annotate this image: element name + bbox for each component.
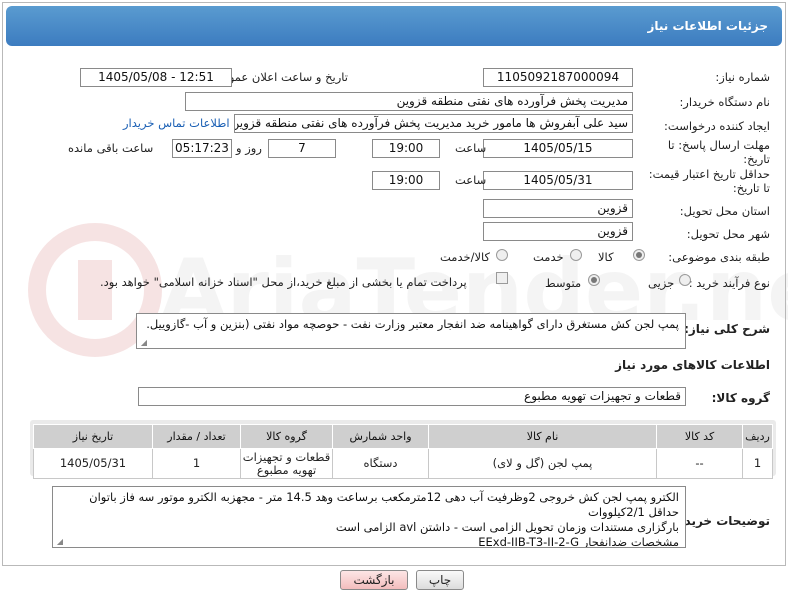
items-table: ردیف کد کالا نام کالا واحد شمارش گروه کا… (33, 424, 773, 479)
category-label: طبقه بندی موضوعی: (668, 250, 770, 264)
print-button[interactable]: چاپ (416, 570, 464, 590)
buyer-notes-textarea[interactable]: الکترو پمپ لجن کش خروجی 2وظرفیت آب دهی 1… (52, 486, 686, 548)
description-textarea[interactable]: پمپ لجن کش مستغرق دارای گواهینامه ضد انف… (136, 313, 686, 349)
deadline-time-label: ساعت (455, 141, 487, 155)
buyer-notes-line-1: الکترو پمپ لجن کش خروجی 2وظرفیت آب دهی 1… (89, 490, 679, 519)
deadline-time-field: 19:00 (372, 139, 440, 158)
category-option-service: خدمت (533, 250, 564, 264)
announce-field: 1405/05/08 - 12:51 (80, 68, 232, 87)
category-radio-goods[interactable] (633, 249, 645, 261)
deadline-label: مهلت ارسال پاسخ: تا تاریخ: (667, 138, 770, 166)
payment-treasury-checkbox[interactable] (496, 272, 508, 284)
back-button[interactable]: بازگشت (340, 570, 408, 590)
buyer-notes-line-3: مشخصات ضدانفجار EExd-IIB-T3-II-2-G (478, 535, 679, 548)
category-option-goods: کالا (598, 250, 614, 264)
resize-handle-icon[interactable]: ◢ (139, 339, 147, 347)
process-option-medium: متوسط (545, 276, 582, 290)
buyer-org-field: مدیریت پخش فرآورده های نفتی منطقه قزوین (185, 92, 633, 111)
validity-time-field: 19:00 (372, 171, 440, 190)
cell-name: پمپ لجن (گل و لای) (428, 448, 657, 479)
category-option-goods-service: کالا/خدمت (440, 250, 491, 264)
province-label: استان محل تحویل: (679, 204, 770, 218)
creator-field: سید علی آبفروش ها مامور خرید مدیریت پخش … (234, 114, 633, 133)
buyer-notes-line-2: بارگزاری مستندات وزمان تحویل الزامی است … (335, 520, 679, 534)
category-radio-service[interactable] (570, 249, 582, 261)
need-number-label: شماره نیاز: (715, 70, 770, 84)
cell-row: 1 (742, 448, 773, 479)
validity-time-label: ساعت (455, 173, 487, 187)
need-number-field: 1105092187000094 (483, 68, 633, 87)
goods-section-title: اطلاعات کالاهای مورد نیاز (615, 358, 770, 372)
cell-group: قطعات و تجهیزات تهویه مطبوع (240, 448, 333, 479)
goods-group-field: قطعات و تجهیزات تهویه مطبوع (138, 387, 686, 406)
remaining-time-label: ساعت باقی مانده (68, 141, 154, 155)
validity-label: حداقل تاریخ اعتبار قیمت: تا تاریخ: (648, 167, 770, 195)
days-label: روز و (236, 141, 262, 155)
cell-qty: 1 (152, 448, 241, 479)
cell-code: -- (656, 448, 743, 479)
description-label: شرح کلی نیاز: (684, 322, 770, 336)
contact-buyer-link[interactable]: اطلاعات تماس خریدار (123, 116, 230, 130)
col-code: کد کالا (656, 424, 743, 449)
cell-date: 1405/05/31 (33, 448, 153, 479)
validity-date-field: 1405/05/31 (483, 171, 633, 190)
table-row: 1 -- پمپ لجن (گل و لای) دستگاه قطعات و ت… (33, 448, 773, 479)
items-table-header: ردیف کد کالا نام کالا واحد شمارش گروه کا… (33, 424, 773, 449)
remaining-time-field: 05:17:23 (172, 139, 232, 158)
deadline-date-field: 1405/05/15 (483, 139, 633, 158)
process-radio-minor[interactable] (679, 274, 691, 286)
resize-handle-icon[interactable]: ◢ (55, 538, 63, 546)
category-radio-goods-service[interactable] (496, 249, 508, 261)
col-name: نام کالا (428, 424, 657, 449)
process-option-minor: جزیی (648, 276, 675, 290)
col-date: تاریخ نیاز (33, 424, 153, 449)
col-unit: واحد شمارش (332, 424, 429, 449)
goods-group-label: گروه کالا: (711, 391, 770, 405)
payment-treasury-note: پرداخت تمام یا بخشی از مبلغ خرید،از محل … (100, 275, 467, 289)
buyer-org-label: نام دستگاه خریدار: (679, 95, 770, 109)
process-radio-medium[interactable] (588, 274, 600, 286)
days-remaining-field: 7 (268, 139, 336, 158)
city-label: شهر محل تحویل: (686, 227, 770, 241)
city-field: قزوین (483, 222, 633, 241)
col-row: ردیف (742, 424, 773, 449)
province-field: قزوین (483, 199, 633, 218)
page-title: جزئیات اطلاعات نیاز (6, 6, 782, 46)
col-qty: تعداد / مقدار (152, 424, 241, 449)
cell-unit: دستگاه (332, 448, 429, 479)
col-group: گروه کالا (240, 424, 333, 449)
description-text: پمپ لجن کش مستغرق دارای گواهینامه ضد انف… (146, 317, 679, 331)
creator-label: ایجاد کننده درخواست: (664, 119, 770, 133)
process-label: نوع فرآیند خرید : (688, 276, 770, 290)
